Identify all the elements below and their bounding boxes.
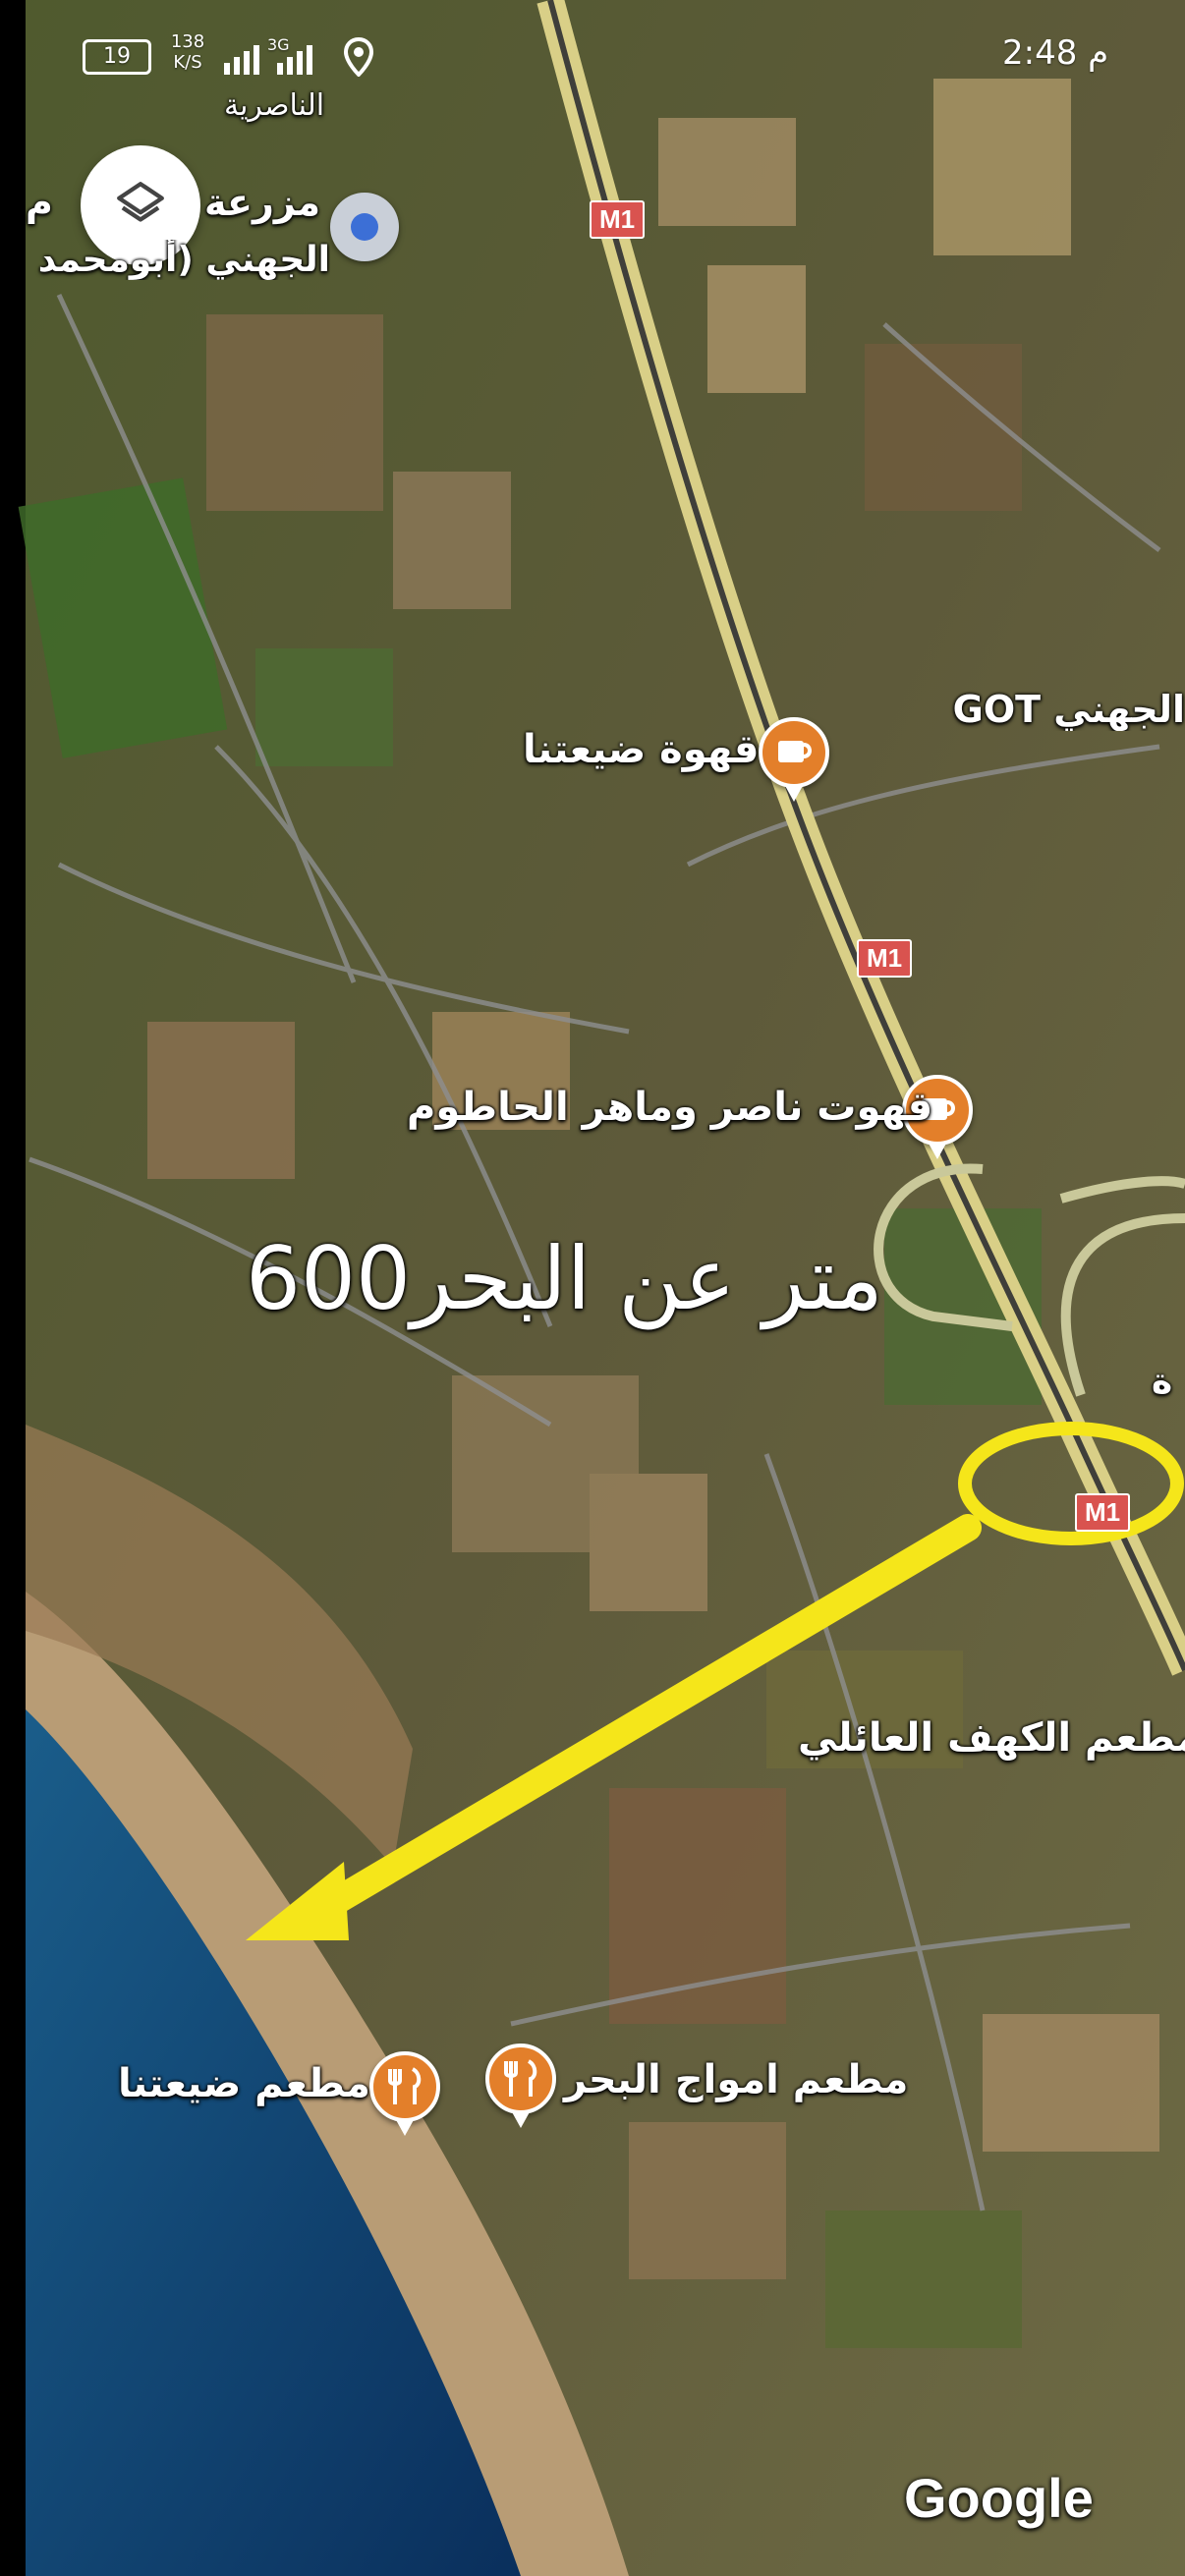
network-speed-value: 138 [170,31,205,52]
label-farm-partial[interactable]: م [26,181,53,224]
fork-knife-icon [388,2067,422,2104]
label-farm-line1[interactable]: مزرعة [204,181,320,224]
fork-knife-icon [504,2059,537,2097]
distance-annotation: 600متر عن البحر [246,1228,883,1329]
label-restaurant-cave[interactable]: مطعم الكهف العائلي [798,1715,1185,1761]
label-jihni-got[interactable]: الجهني GOT [939,688,1185,731]
layers-icon [117,182,164,222]
coffee-cup-icon [778,741,812,762]
label-restaurant-daiatna[interactable]: مطعم ضيعتنا [118,2061,370,2106]
location-pin-icon [343,36,374,78]
clock: 2:48 م [1002,33,1109,73]
label-edge-char[interactable]: ة [1152,1362,1172,1402]
restaurant-waves-pin[interactable] [485,2044,556,2128]
m1-shield: M1 [1075,1493,1131,1532]
label-cafe-daiatna[interactable]: قهوة ضيعتنا [523,727,759,772]
label-nasiriya[interactable]: الناصرية [224,88,324,123]
map-screen: 19 138 K/S 3G 2:48 م الناصرية مزرعة م ال… [0,0,1185,2576]
label-restaurant-waves[interactable]: مطعم امواج البحر [564,2057,908,2102]
network-speed-unit: K/S [173,52,202,73]
place-marker-icon[interactable] [330,193,399,261]
restaurant-daiatna-pin[interactable] [369,2051,440,2136]
m1-shield: M1 [857,939,913,978]
battery-level: 19 [103,44,131,69]
battery-indicator: 19 [83,39,151,75]
google-logo: Google [904,2467,1094,2529]
label-farm-line2[interactable]: الجهني (أبومحمد [26,240,330,280]
network-type: 3G [267,35,290,54]
label-cafe-nasser[interactable]: قهوت ناصر وماهر الحاطوم [407,1085,932,1130]
m1-shield: M1 [590,200,646,239]
cafe-daiatna-pin[interactable] [759,717,829,802]
network-speed: 138 K/S [165,31,210,73]
